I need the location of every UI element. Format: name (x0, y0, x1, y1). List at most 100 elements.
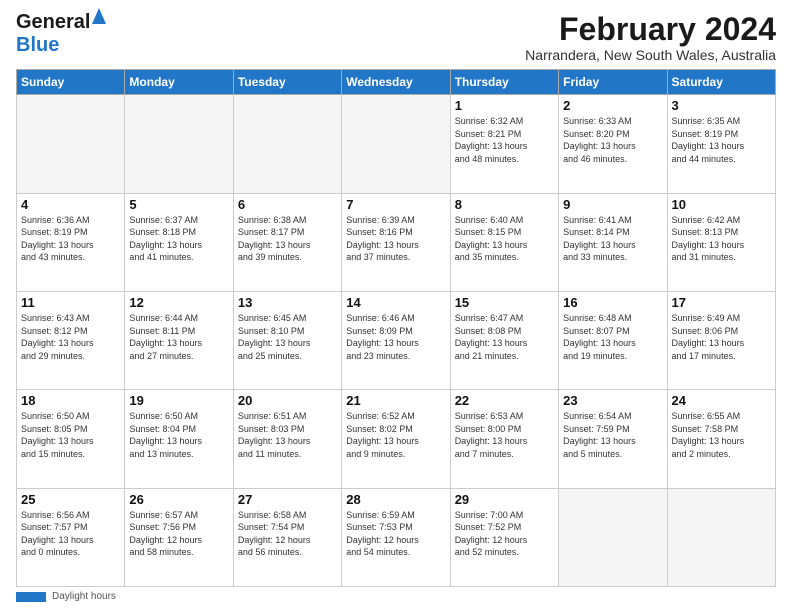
calendar-cell: 10 Sunrise: 6:42 AM Sunset: 8:13 PM Dayli… (667, 193, 775, 291)
day-number: 10 (672, 197, 771, 212)
day-number: 27 (238, 492, 337, 507)
day-info: Sunrise: 6:37 AM Sunset: 8:18 PM Dayligh… (129, 214, 228, 264)
logo-blue: Blue (16, 34, 59, 57)
day-info: Sunrise: 6:46 AM Sunset: 8:09 PM Dayligh… (346, 312, 445, 362)
calendar-cell (342, 95, 450, 193)
day-number: 12 (129, 295, 228, 310)
day-info: Sunrise: 6:53 AM Sunset: 8:00 PM Dayligh… (455, 410, 554, 460)
calendar-cell: 22Sunrise: 6:53 AM Sunset: 8:00 PM Dayli… (450, 390, 558, 488)
calendar-header-tuesday: Tuesday (233, 70, 341, 95)
calendar-cell: 5Sunrise: 6:37 AM Sunset: 8:18 PM Daylig… (125, 193, 233, 291)
day-info: Sunrise: 6:42 AM Sunset: 8:13 PM Dayligh… (672, 214, 771, 264)
day-number: 4 (21, 197, 120, 212)
day-info: Sunrise: 6:41 AM Sunset: 8:14 PM Dayligh… (563, 214, 662, 264)
footer-label: Daylight hours (52, 591, 116, 602)
day-info: Sunrise: 6:33 AM Sunset: 8:20 PM Dayligh… (563, 115, 662, 165)
calendar-cell (233, 95, 341, 193)
calendar-cell: 1 Sunrise: 6:32 AM Sunset: 8:21 PM Daylig… (450, 95, 558, 193)
calendar-cell: 2 Sunrise: 6:33 AM Sunset: 8:20 PM Daylig… (559, 95, 667, 193)
day-info: Sunrise: 6:36 AM Sunset: 8:19 PM Dayligh… (21, 214, 120, 264)
calendar-cell: 14 Sunrise: 6:46 AM Sunset: 8:09 PM Dayli… (342, 291, 450, 389)
calendar-header-sunday: Sunday (17, 70, 125, 95)
day-number: 1 (455, 98, 554, 113)
calendar-header-thursday: Thursday (450, 70, 558, 95)
calendar-cell: 25 Sunrise: 6:56 AM Sunset: 7:57 PM Dayli… (17, 488, 125, 586)
calendar-cell: 29 Sunrise: 7:00 AM Sunset: 7:52 PM Dayli… (450, 488, 558, 586)
day-info: Sunrise: 6:59 AM Sunset: 7:53 PM Dayligh… (346, 509, 445, 559)
logo: General Blue (16, 12, 90, 57)
day-info: Sunrise: 6:57 AM Sunset: 7:56 PM Dayligh… (129, 509, 228, 559)
calendar-header-wednesday: Wednesday (342, 70, 450, 95)
calendar-header-row: SundayMondayTuesdayWednesdayThursdayFrid… (17, 70, 776, 95)
day-number: 11 (21, 295, 120, 310)
day-number: 7 (346, 197, 445, 212)
day-info: Sunrise: 7:00 AM Sunset: 7:52 PM Dayligh… (455, 509, 554, 559)
calendar-cell: 6Sunrise: 6:38 AM Sunset: 8:17 PM Daylig… (233, 193, 341, 291)
day-number: 28 (346, 492, 445, 507)
day-info: Sunrise: 6:40 AM Sunset: 8:15 PM Dayligh… (455, 214, 554, 264)
day-number: 3 (672, 98, 771, 113)
calendar-cell: 16Sunrise: 6:48 AM Sunset: 8:07 PM Dayli… (559, 291, 667, 389)
day-number: 2 (563, 98, 662, 113)
calendar-table: SundayMondayTuesdayWednesdayThursdayFrid… (16, 69, 776, 587)
daylight-bar-icon (16, 592, 46, 602)
day-info: Sunrise: 6:44 AM Sunset: 8:11 PM Dayligh… (129, 312, 228, 362)
day-info: Sunrise: 6:50 AM Sunset: 8:05 PM Dayligh… (21, 410, 120, 460)
calendar-cell (17, 95, 125, 193)
day-number: 17 (672, 295, 771, 310)
day-number: 13 (238, 295, 337, 310)
calendar-cell: 20Sunrise: 6:51 AM Sunset: 8:03 PM Dayli… (233, 390, 341, 488)
day-info: Sunrise: 6:32 AM Sunset: 8:21 PM Dayligh… (455, 115, 554, 165)
page: General Blue February 2024 Narrandera, N… (0, 0, 792, 612)
day-number: 8 (455, 197, 554, 212)
day-info: Sunrise: 6:47 AM Sunset: 8:08 PM Dayligh… (455, 312, 554, 362)
calendar-week-2: 4 Sunrise: 6:36 AM Sunset: 8:19 PM Daylig… (17, 193, 776, 291)
calendar-cell: 4 Sunrise: 6:36 AM Sunset: 8:19 PM Daylig… (17, 193, 125, 291)
day-number: 29 (455, 492, 554, 507)
footer: Daylight hours (16, 591, 776, 602)
day-info: Sunrise: 6:35 AM Sunset: 8:19 PM Dayligh… (672, 115, 771, 165)
logo-general: General (16, 11, 90, 33)
calendar-cell: 13 Sunrise: 6:45 AM Sunset: 8:10 PM Dayli… (233, 291, 341, 389)
day-info: Sunrise: 6:54 AM Sunset: 7:59 PM Dayligh… (563, 410, 662, 460)
header: General Blue February 2024 Narrandera, N… (16, 12, 776, 63)
calendar-week-4: 18 Sunrise: 6:50 AM Sunset: 8:05 PM Dayli… (17, 390, 776, 488)
logo-triangle-icon (92, 8, 106, 28)
calendar-cell: 28 Sunrise: 6:59 AM Sunset: 7:53 PM Dayli… (342, 488, 450, 586)
main-title: February 2024 (525, 12, 776, 47)
calendar-cell: 24Sunrise: 6:55 AM Sunset: 7:58 PM Dayli… (667, 390, 775, 488)
calendar-cell: 17Sunrise: 6:49 AM Sunset: 8:06 PM Dayli… (667, 291, 775, 389)
title-block: February 2024 Narrandera, New South Wale… (525, 12, 776, 63)
calendar-cell: 11Sunrise: 6:43 AM Sunset: 8:12 PM Dayli… (17, 291, 125, 389)
calendar-cell: 19Sunrise: 6:50 AM Sunset: 8:04 PM Dayli… (125, 390, 233, 488)
day-info: Sunrise: 6:58 AM Sunset: 7:54 PM Dayligh… (238, 509, 337, 559)
day-number: 26 (129, 492, 228, 507)
calendar-week-3: 11Sunrise: 6:43 AM Sunset: 8:12 PM Dayli… (17, 291, 776, 389)
day-number: 16 (563, 295, 662, 310)
calendar-week-5: 25 Sunrise: 6:56 AM Sunset: 7:57 PM Dayli… (17, 488, 776, 586)
calendar-cell: 21 Sunrise: 6:52 AM Sunset: 8:02 PM Dayli… (342, 390, 450, 488)
calendar-cell: 15 Sunrise: 6:47 AM Sunset: 8:08 PM Dayli… (450, 291, 558, 389)
day-number: 21 (346, 393, 445, 408)
calendar-cell (559, 488, 667, 586)
calendar-cell: 18 Sunrise: 6:50 AM Sunset: 8:05 PM Dayli… (17, 390, 125, 488)
day-number: 25 (21, 492, 120, 507)
day-info: Sunrise: 6:45 AM Sunset: 8:10 PM Dayligh… (238, 312, 337, 362)
day-info: Sunrise: 6:50 AM Sunset: 8:04 PM Dayligh… (129, 410, 228, 460)
day-number: 18 (21, 393, 120, 408)
day-number: 9 (563, 197, 662, 212)
calendar-cell (125, 95, 233, 193)
calendar-cell (667, 488, 775, 586)
day-info: Sunrise: 6:39 AM Sunset: 8:16 PM Dayligh… (346, 214, 445, 264)
day-info: Sunrise: 6:56 AM Sunset: 7:57 PM Dayligh… (21, 509, 120, 559)
calendar-cell: 23 Sunrise: 6:54 AM Sunset: 7:59 PM Dayli… (559, 390, 667, 488)
day-info: Sunrise: 6:52 AM Sunset: 8:02 PM Dayligh… (346, 410, 445, 460)
day-number: 14 (346, 295, 445, 310)
calendar-cell: 12 Sunrise: 6:44 AM Sunset: 8:11 PM Dayli… (125, 291, 233, 389)
calendar-cell: 7 Sunrise: 6:39 AM Sunset: 8:16 PM Daylig… (342, 193, 450, 291)
day-number: 15 (455, 295, 554, 310)
subtitle: Narrandera, New South Wales, Australia (525, 47, 776, 63)
day-number: 23 (563, 393, 662, 408)
day-info: Sunrise: 6:55 AM Sunset: 7:58 PM Dayligh… (672, 410, 771, 460)
day-number: 20 (238, 393, 337, 408)
